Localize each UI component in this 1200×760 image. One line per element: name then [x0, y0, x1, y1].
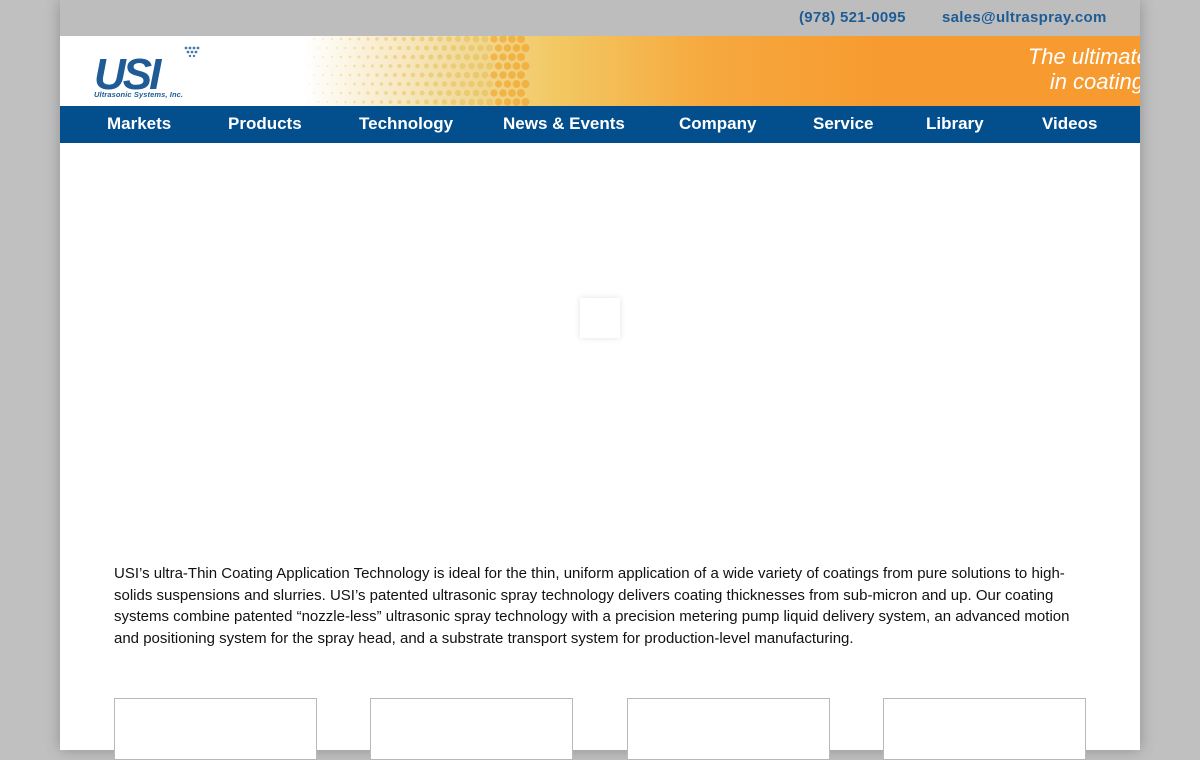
- feature-card[interactable]: [627, 698, 830, 760]
- nav-company[interactable]: Company: [679, 114, 756, 134]
- nav-products[interactable]: Products: [228, 114, 302, 134]
- top-contact-bar: (978) 521-0095 sales@ultraspray.com: [60, 0, 1140, 36]
- logo-dots: [184, 46, 200, 58]
- nav-library[interactable]: Library: [926, 114, 984, 134]
- logo-subtitle: Ultrasonic Systems, Inc.: [94, 90, 184, 99]
- nav-videos[interactable]: Videos: [1042, 114, 1097, 134]
- nav-markets[interactable]: Markets: [107, 114, 171, 134]
- phone-link[interactable]: (978) 521-0095: [799, 9, 906, 26]
- feature-card[interactable]: [883, 698, 1086, 760]
- email-link[interactable]: sales@ultraspray.com: [942, 9, 1107, 26]
- tagline-line-2: in coating: [1049, 69, 1140, 94]
- page-container: (978) 521-0095 sales@ultraspray.com The …: [60, 0, 1140, 760]
- tagline-line-1: The ultimate c: [1027, 44, 1140, 69]
- nav-technology[interactable]: Technology: [359, 114, 453, 134]
- hero-slider-loading: [580, 298, 620, 338]
- intro-paragraph: USI’s ultra-Thin Coating Application Tec…: [114, 565, 1070, 647]
- nav-service[interactable]: Service: [813, 114, 874, 134]
- main-nav: Markets Products Technology News & Event…: [60, 106, 1140, 143]
- nav-news-events[interactable]: News & Events: [503, 114, 625, 134]
- header-tagline: The ultimate c in coating: [1000, 44, 1140, 104]
- feature-card[interactable]: [114, 698, 317, 760]
- feature-card[interactable]: [370, 698, 573, 760]
- site-header: The ultimate c in coating USI Ultrasonic…: [60, 36, 1140, 106]
- halftone-dots-decoration: [305, 36, 530, 106]
